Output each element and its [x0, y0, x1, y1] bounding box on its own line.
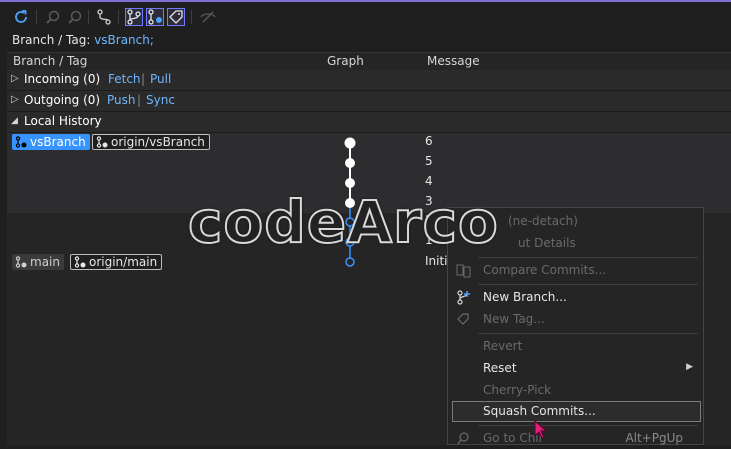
show-tags-icon[interactable] [167, 8, 185, 26]
commit-node[interactable] [345, 257, 355, 267]
remote-branch-icon [74, 256, 86, 268]
branch-tag-label: main [30, 255, 60, 269]
menu-item-revert[interactable]: Revert [448, 336, 703, 357]
show-remote-branches-icon[interactable] [146, 8, 164, 26]
menu-item-new-branch[interactable]: New Branch... [448, 287, 703, 308]
menu-item-new-tag[interactable]: New Tag... [448, 309, 703, 330]
zoom-out-icon[interactable] [66, 8, 84, 26]
menu-item-label: New Tag... [483, 312, 545, 326]
outgoing-section[interactable]: ▷ Outgoing (0) Push | Sync [7, 91, 731, 112]
mouse-cursor-icon [534, 420, 548, 439]
menu-item-label: Compare Commits... [483, 263, 607, 277]
branch-tag-label: vsBranch [30, 135, 86, 149]
menu-item-label: New Branch... [483, 290, 567, 304]
pull-link[interactable]: Pull [150, 72, 171, 86]
menu-item-shortcut: Alt+PgUp [625, 431, 683, 445]
commit-message[interactable]: 6 [425, 134, 433, 148]
column-header-graph[interactable]: Graph [327, 54, 364, 68]
menu-item-compare-commits[interactable]: Compare Commits... [448, 260, 703, 281]
menu-item-go-to-child[interactable]: Go to Chil Alt+PgUp [448, 428, 703, 449]
link-separator: | [141, 72, 146, 86]
tag-icon [457, 313, 469, 325]
local-history-title: Local History [24, 114, 102, 128]
watermark-text: codeArco [187, 187, 499, 257]
column-header-branch-tag[interactable]: Branch / Tag [13, 54, 87, 68]
menu-separator [478, 425, 698, 426]
menu-separator [478, 284, 698, 285]
toolbar [0, 2, 731, 32]
menu-item-label: Squash Commits... [483, 404, 596, 418]
left-gutter [0, 133, 7, 445]
incoming-title: Incoming (0) [24, 72, 101, 86]
menu-separator [478, 333, 698, 334]
commit-message[interactable]: 5 [425, 154, 433, 168]
branch-tag-origin-vsbranch[interactable]: origin/vsBranch [92, 134, 210, 150]
menu-item-label: Reset [483, 361, 517, 375]
column-header-message[interactable]: Message [427, 54, 480, 68]
commit-message[interactable]: 4 [425, 174, 433, 188]
show-branches-icon[interactable] [125, 8, 143, 26]
expand-icon[interactable]: ▷ [11, 94, 19, 105]
toolbar-separator [36, 10, 37, 24]
expand-icon[interactable]: ▷ [11, 73, 19, 84]
menu-item-label: Revert [483, 339, 523, 353]
branch-tag-main[interactable]: main [12, 254, 64, 270]
branch-tag-label: origin/vsBranch [111, 135, 205, 149]
sync-link[interactable]: Sync [146, 93, 175, 107]
zoom-in-icon[interactable] [44, 8, 62, 26]
local-history-section[interactable]: ◢ Local History [7, 112, 731, 133]
hide-icon[interactable] [199, 8, 217, 26]
branch-filter-value: vsBranch; [94, 33, 154, 47]
menu-item-squash-commits[interactable]: Squash Commits... [452, 401, 701, 422]
branch-icon [15, 136, 27, 148]
collapse-icon[interactable]: ◢ [11, 116, 18, 126]
branch-graph-icon[interactable] [95, 8, 113, 26]
menu-item-reset[interactable]: Reset ▶ [448, 358, 703, 379]
menu-item-label: Cherry-Pick [483, 383, 552, 397]
toolbar-separator [88, 10, 89, 24]
go-to-child-icon [457, 432, 469, 445]
branch-tag-label: origin/main [89, 255, 158, 269]
branch-icon [15, 256, 27, 268]
toolbar-separator [191, 10, 192, 24]
remote-branch-icon [96, 136, 108, 148]
outgoing-title: Outgoing (0) [24, 93, 101, 107]
commit-node[interactable] [344, 137, 356, 149]
branch-tag-vsbranch[interactable]: vsBranch [12, 134, 90, 150]
compare-icon [456, 264, 471, 278]
toolbar-separator [118, 10, 119, 24]
submenu-arrow-icon: ▶ [686, 362, 693, 372]
new-branch-icon [457, 290, 470, 305]
commit-node[interactable] [345, 178, 355, 188]
push-link[interactable]: Push [107, 93, 136, 107]
incoming-section[interactable]: ▷ Incoming (0) Fetch | Pull [7, 70, 731, 91]
fetch-link[interactable]: Fetch [108, 72, 141, 86]
menu-separator [478, 257, 698, 258]
menu-item-cherry-pick[interactable]: Cherry-Pick [448, 380, 703, 401]
column-header-row: Branch / Tag Graph Message [7, 52, 731, 72]
refresh-icon[interactable] [12, 8, 30, 26]
menu-item-label: ut Details [518, 236, 576, 250]
menu-item-label: (ne-detach) [508, 214, 578, 228]
link-separator: | [137, 93, 142, 107]
commit-node[interactable] [345, 158, 355, 168]
branch-filter-line: Branch / Tag: vsBranch; [12, 33, 154, 47]
branch-filter-label: Branch / Tag: [12, 33, 91, 47]
branch-tag-origin-main[interactable]: origin/main [70, 254, 163, 270]
